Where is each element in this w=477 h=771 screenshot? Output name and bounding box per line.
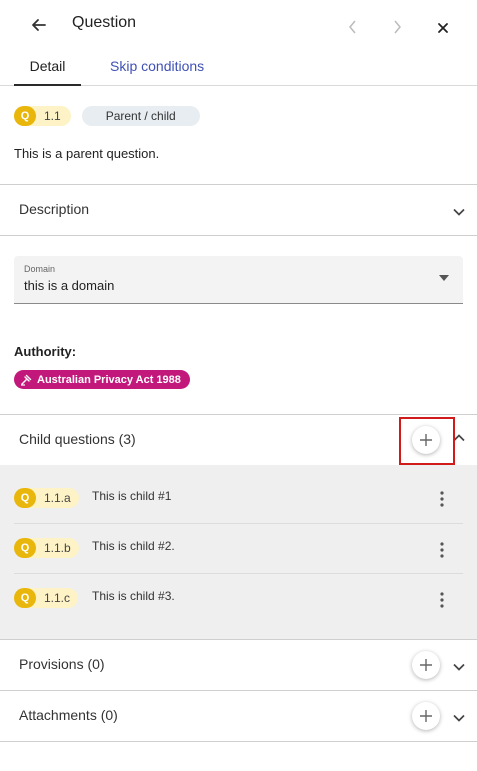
chevron-down-icon [453, 208, 465, 216]
more-vert-icon[interactable] [438, 592, 446, 608]
chevron-down-icon [453, 714, 465, 722]
list-item[interactable]: Q 1.1.a This is child #1 [14, 473, 463, 523]
question-type-chip: Parent / child [81, 106, 200, 126]
add-provision-button[interactable] [412, 651, 440, 679]
next-question-button[interactable] [387, 17, 407, 37]
domain-value: this is a domain [24, 278, 115, 293]
child-question-text: This is child #2. [92, 539, 175, 553]
question-number-badge: Q 1.1.c [14, 588, 79, 608]
child-question-text: This is child #3. [92, 589, 175, 603]
question-number-badge: Q 1.1 [14, 106, 71, 126]
chevron-right-icon [394, 20, 401, 34]
list-item[interactable]: Q 1.1.c This is child #3. [14, 573, 463, 623]
caret-down-icon [439, 275, 449, 281]
question-badges: Q 1.1 Parent / child [14, 106, 200, 126]
divider [0, 741, 477, 742]
question-number-badge: Q 1.1.b [14, 538, 79, 558]
attachments-label: Attachments (0) [19, 707, 118, 723]
chevron-left-icon [349, 20, 356, 34]
authority-chip-label: Australian Privacy Act 1988 [37, 373, 181, 386]
question-icon: Q [14, 106, 36, 126]
question-icon: Q [14, 488, 36, 508]
provisions-panel-header[interactable]: Provisions (0) [0, 640, 477, 690]
question-icon: Q [14, 538, 36, 558]
question-number: 1.1.a [44, 491, 71, 505]
more-vert-icon[interactable] [438, 542, 446, 558]
header-bar: Question [0, 0, 477, 50]
description-label: Description [19, 201, 90, 217]
domain-label: Domain [24, 264, 56, 274]
highlight-box [399, 417, 455, 465]
authority-label: Authority: [14, 344, 77, 359]
provisions-label: Provisions (0) [19, 656, 105, 672]
previous-question-button[interactable] [343, 17, 363, 37]
gavel-icon [21, 374, 32, 386]
question-number: 1.1.b [44, 541, 71, 555]
plus-icon [420, 710, 432, 722]
question-icon: Q [14, 588, 36, 608]
add-attachment-button[interactable] [412, 702, 440, 730]
divider [0, 235, 477, 236]
child-questions-label: Child questions (3) [19, 431, 136, 447]
more-vert-icon[interactable] [438, 491, 446, 507]
arrow-left-icon [32, 19, 46, 31]
domain-select[interactable]: Domain this is a domain [14, 256, 463, 304]
tab-bar: Detail Skip conditions [0, 50, 477, 86]
description-panel-header[interactable]: Description [0, 185, 477, 235]
child-question-text: This is child #1 [92, 489, 172, 503]
question-number: 1.1.c [44, 591, 71, 605]
question-text: This is a parent question. [14, 146, 160, 161]
plus-icon [420, 659, 432, 671]
question-number: 1.1 [44, 109, 61, 123]
list-item[interactable]: Q 1.1.b This is child #2. [14, 523, 463, 573]
tab-detail[interactable]: Detail [14, 58, 81, 86]
page-title: Question [72, 14, 137, 31]
child-questions-list: Q 1.1.a This is child #1 Q 1.1.b This is… [0, 465, 477, 639]
tab-skip-conditions[interactable]: Skip conditions [110, 58, 204, 74]
question-number-badge: Q 1.1.a [14, 488, 79, 508]
close-icon [438, 23, 448, 33]
authority-chip[interactable]: Australian Privacy Act 1988 [14, 370, 190, 389]
back-button[interactable] [26, 12, 52, 38]
attachments-panel-header[interactable]: Attachments (0) [0, 691, 477, 741]
close-button[interactable] [434, 19, 452, 37]
chevron-down-icon [453, 663, 465, 671]
